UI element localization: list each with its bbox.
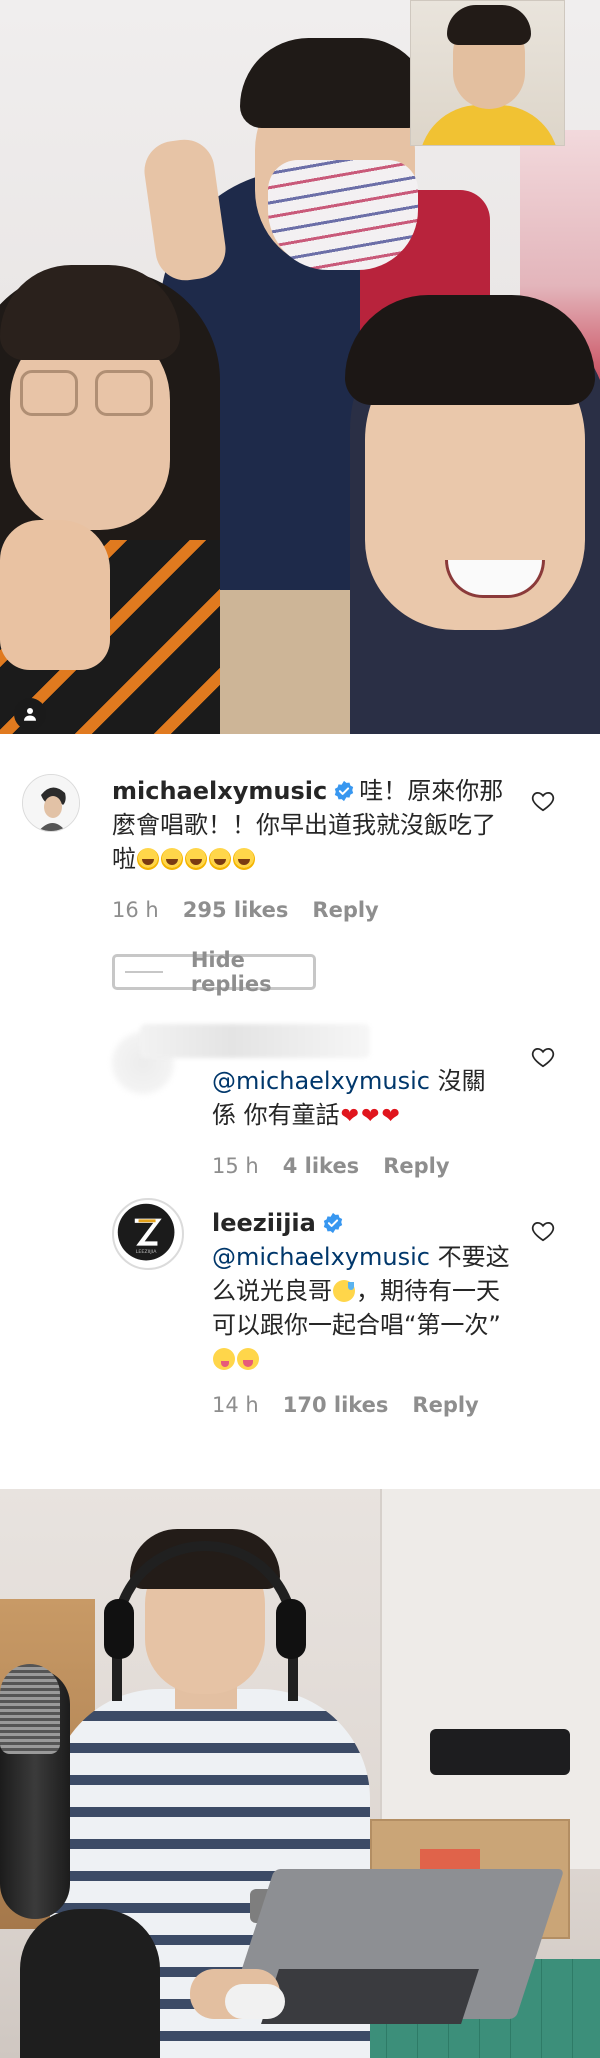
reply-likes[interactable]: 170 likes — [283, 1393, 389, 1417]
reply-button[interactable]: Reply — [312, 898, 378, 922]
reply-button[interactable]: Reply — [383, 1154, 449, 1178]
photo-microphone-grill — [0, 1664, 60, 1754]
comment-meta-michaelxymusic: 16 h 295 likes Reply — [112, 898, 379, 922]
photo-mouse — [225, 1984, 285, 2019]
laugh-emoji-icon — [137, 848, 159, 870]
photo-laptop-keyboard — [261, 1969, 479, 2024]
hide-replies-line — [125, 971, 163, 973]
red-heart-emoji-icon: ❤ — [340, 1104, 360, 1129]
comment-username[interactable]: michaelxymusic — [112, 777, 327, 805]
reply-likes[interactable]: 4 likes — [283, 1154, 359, 1178]
video-call-inset — [410, 0, 565, 146]
photo-thumbs-up-hand — [0, 520, 110, 670]
person-tag-icon[interactable] — [14, 698, 46, 730]
comment-time: 16 h — [112, 898, 159, 922]
avatar-michaelxymusic-art — [23, 775, 79, 831]
verified-badge-icon — [323, 1212, 343, 1234]
reply-time: 14 h — [212, 1393, 259, 1417]
person-tag-icon-glyph — [24, 708, 36, 721]
hide-replies-button[interactable]: Hide replies — [112, 948, 316, 996]
laugh-emoji-icon — [185, 848, 207, 870]
laugh-emoji-icon — [161, 848, 183, 870]
heart-outline-icon — [531, 1048, 555, 1068]
heart-outline-icon — [531, 1222, 555, 1242]
svg-text:LEEZIIJIA: LEEZIIJIA — [136, 1249, 157, 1255]
photo-glasses-right-lens — [95, 370, 153, 416]
reply-username[interactable]: leeziijia — [212, 1209, 316, 1237]
comments-section: michaelxymusic 哇！原來你那麼會唱歌！！你早出道我就沒飯吃了啦 16… — [0, 734, 600, 1489]
post-photo-top — [0, 0, 600, 734]
zany-face-emoji-icon — [213, 1348, 235, 1370]
like-heart-icon[interactable] — [530, 1218, 556, 1244]
reply-meta-blurred-user: 15 h 4 likes Reply — [212, 1154, 450, 1178]
comment-body-michaelxymusic: michaelxymusic 哇！原來你那麼會唱歌！！你早出道我就沒飯吃了啦 — [112, 774, 512, 876]
reply-mention[interactable]: @michaelxymusic — [212, 1067, 430, 1095]
hide-replies-label: Hide replies — [190, 948, 272, 996]
reply-body-leeziijia: leeziijia @michaelxymusic 不要这么说光良哥 ，期待有一天… — [212, 1206, 512, 1376]
photo-wall-right — [380, 1489, 600, 1869]
reply-meta-leeziijia: 14 h 170 likes Reply — [212, 1393, 479, 1417]
leeziijia-logo: LEEZIIJIA — [117, 1203, 175, 1261]
photo-headphone-left-cup — [104, 1599, 134, 1659]
photo-person-right-hair — [345, 295, 595, 405]
inset-hair — [447, 5, 531, 45]
avatar-michaelxymusic[interactable] — [22, 774, 80, 832]
laugh-emoji-icon — [233, 848, 255, 870]
squint-tongue-emoji-icon — [237, 1348, 259, 1370]
like-heart-icon[interactable] — [530, 788, 556, 814]
like-heart-icon[interactable] — [530, 1044, 556, 1070]
verified-badge-icon — [335, 780, 354, 802]
photo-face-mask — [268, 160, 418, 270]
photo-headphone-right-cup — [276, 1599, 306, 1659]
photo-microphone-stand — [20, 1909, 160, 2058]
photo-audio-interface — [430, 1729, 570, 1775]
red-heart-emoji-icon: ❤ — [361, 1104, 380, 1129]
red-heart-emoji-icon: ❤ — [381, 1104, 400, 1129]
sweat-smile-emoji-icon — [333, 1280, 355, 1302]
blurred-username — [140, 1024, 370, 1058]
inset-yellow-shirt — [419, 105, 559, 145]
reply-body-blurred-user: @michaelxymusic 沒關係 你有童話❤❤❤ — [212, 1064, 502, 1132]
post-photo-bottom — [0, 1489, 600, 2058]
comment-likes[interactable]: 295 likes — [183, 898, 289, 922]
reply-mention[interactable]: @michaelxymusic — [212, 1243, 430, 1271]
laugh-emoji-icon — [209, 848, 231, 870]
avatar-leeziijia[interactable]: LEEZIIJIA — [112, 1198, 184, 1270]
photo-person-middle-hair — [240, 38, 430, 128]
reply-time: 15 h — [212, 1154, 259, 1178]
reply-button[interactable]: Reply — [412, 1393, 478, 1417]
photo-glasses-left-lens — [20, 370, 78, 416]
heart-outline-icon — [531, 792, 555, 812]
